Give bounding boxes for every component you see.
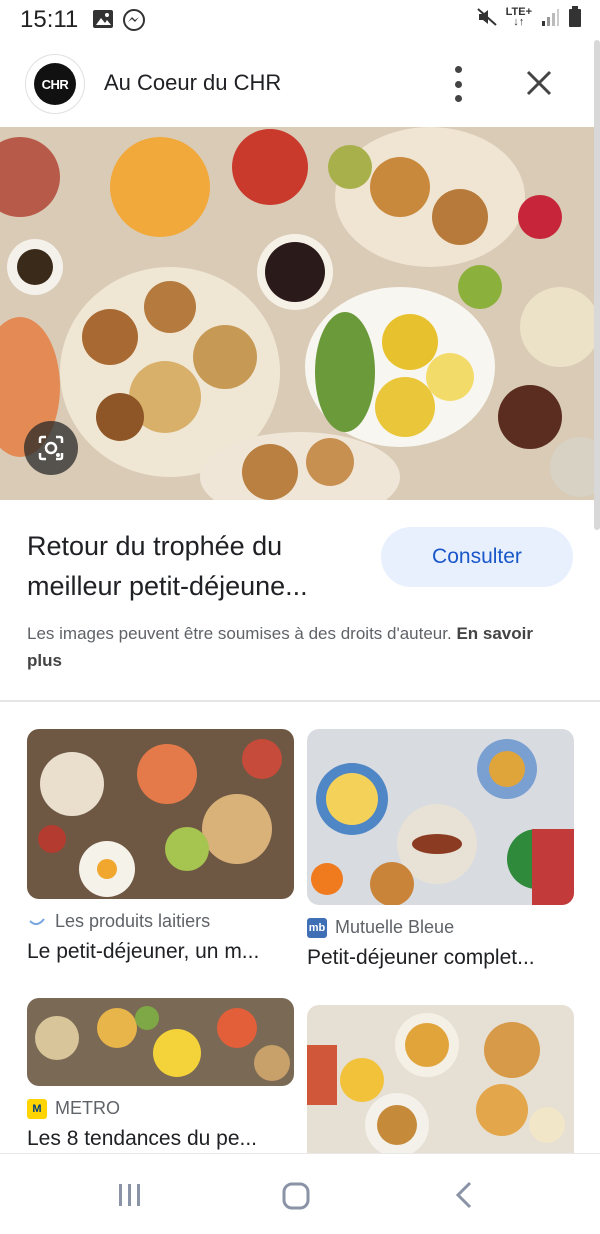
image-title[interactable]: Retour du trophée du meilleur petit-déje… bbox=[27, 526, 367, 606]
related-thumbnail[interactable] bbox=[27, 998, 294, 1086]
google-lens-icon bbox=[38, 435, 64, 461]
mute-icon bbox=[476, 8, 497, 26]
close-icon[interactable] bbox=[522, 66, 556, 100]
related-card-1[interactable]: Les produits laitiers Le petit-déjeuner,… bbox=[27, 729, 294, 964]
scrollbar[interactable] bbox=[594, 40, 600, 530]
related-thumbnail[interactable] bbox=[307, 729, 574, 905]
recent-apps-icon[interactable] bbox=[117, 1182, 143, 1208]
battery-icon bbox=[569, 6, 581, 27]
system-nav-bar bbox=[0, 1153, 600, 1234]
related-thumbnail[interactable] bbox=[27, 729, 294, 899]
home-icon[interactable] bbox=[282, 1182, 310, 1210]
related-title[interactable]: Les 8 tendances du pe... bbox=[27, 1127, 294, 1151]
status-time: 15:11 bbox=[20, 6, 79, 33]
header: CHR Au Coeur du CHR bbox=[0, 52, 600, 116]
logo-text: CHR bbox=[34, 63, 76, 105]
divider bbox=[0, 700, 600, 702]
dairy-swoosh-icon bbox=[29, 917, 45, 925]
lens-search-button[interactable] bbox=[24, 421, 78, 475]
signal-icon bbox=[542, 9, 559, 26]
network-type: LTE+ ↓↑ bbox=[505, 6, 532, 28]
gallery-icon bbox=[93, 10, 113, 28]
related-source: mb Mutuelle Bleue bbox=[307, 917, 455, 938]
breakfast-spread-image bbox=[0, 127, 600, 500]
metro-logo-icon: M bbox=[27, 1098, 47, 1119]
related-title[interactable]: Petit-déjeuner complet... bbox=[307, 946, 574, 970]
status-bar: 15:11 LTE+ ↓↑ bbox=[0, 0, 600, 40]
hero-image[interactable] bbox=[0, 127, 600, 500]
back-icon[interactable] bbox=[452, 1180, 476, 1210]
copyright-text: Les images peuvent être soumises à des d… bbox=[27, 624, 452, 643]
messenger-icon bbox=[123, 9, 145, 31]
related-card-2[interactable]: mb Mutuelle Bleue Petit-déjeuner complet… bbox=[307, 729, 574, 970]
more-options-button[interactable] bbox=[446, 66, 470, 102]
related-source: Les produits laitiers bbox=[27, 911, 294, 932]
copyright-notice: Les images peuvent être soumises à des d… bbox=[27, 620, 572, 674]
site-name[interactable]: Au Coeur du CHR bbox=[104, 70, 281, 96]
related-card-4[interactable] bbox=[307, 1005, 574, 1153]
site-logo[interactable]: CHR bbox=[26, 55, 84, 113]
related-card-3[interactable]: M METRO Les 8 tendances du pe... bbox=[27, 998, 294, 1151]
mb-logo-icon: mb bbox=[307, 917, 327, 938]
related-thumbnail[interactable] bbox=[307, 1005, 574, 1153]
related-source: M METRO bbox=[27, 1098, 294, 1119]
related-title[interactable]: Le petit-déjeuner, un m... bbox=[27, 940, 294, 964]
consult-button[interactable]: Consulter bbox=[381, 527, 573, 587]
